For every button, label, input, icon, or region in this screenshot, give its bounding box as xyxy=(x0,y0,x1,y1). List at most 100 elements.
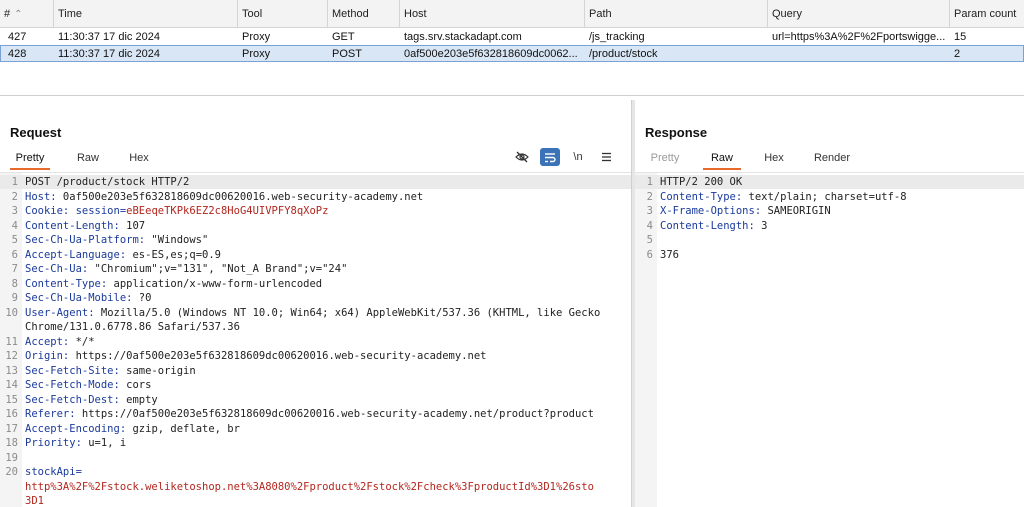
code-line: 4 Content-Length: 3 xyxy=(635,219,1024,233)
request-panel: Request Pretty Raw Hex \n 1 POST /product… xyxy=(0,100,632,507)
header-value: "Chromium";v="131", "Not_A Brand";v="24" xyxy=(88,263,348,275)
line-number: 5 xyxy=(11,234,18,246)
line-number: 5 xyxy=(646,234,653,246)
http-history-table: # ⌃ Time Tool Method Host Path Query Para… xyxy=(0,0,1024,96)
header-name: Content-Type: xyxy=(25,277,108,290)
header-name: Accept-Encoding: xyxy=(25,422,127,435)
header-value: "Windows" xyxy=(145,234,209,246)
line-text: HTTP/2 200 OK xyxy=(660,175,742,189)
tab-raw[interactable]: Raw xyxy=(70,146,106,170)
header-value: https://0af500e203e5f632818609dc00620016… xyxy=(69,350,487,362)
table-header: # ⌃ Time Tool Method Host Path Query Para… xyxy=(0,0,1024,28)
code-line: 12 Origin: https://0af500e203e5f632818609… xyxy=(0,349,632,363)
header-name: Sec-Fetch-Mode: xyxy=(25,379,120,391)
line-text: Sec-Fetch-Dest: empty xyxy=(25,393,158,407)
line-text: Sec-Ch-Ua-Mobile: ?0 xyxy=(25,291,151,305)
line-text: Host: 0af500e203e5f632818609dc00620016.w… xyxy=(25,190,423,204)
line-text: Sec-Fetch-Mode: cors xyxy=(25,378,151,392)
request-title: Request xyxy=(10,125,62,140)
line-number: 7 xyxy=(11,263,18,275)
column-header-tool[interactable]: Tool xyxy=(238,0,328,28)
line-text: Chrome/131.0.6778.86 Safari/537.36 xyxy=(25,320,240,334)
code-line: 4 Content-Length: 107 xyxy=(0,219,632,233)
row-number: 427 xyxy=(8,31,27,43)
request-toolbar: \n xyxy=(512,148,622,168)
row-number: 428 xyxy=(8,48,27,60)
code-line: 7 Sec-Ch-Ua: "Chromium";v="131", "Not_A B… xyxy=(0,262,632,276)
header-value: 107 xyxy=(119,219,146,232)
tab-pretty[interactable]: Pretty xyxy=(10,146,50,170)
code-line: 6 376 xyxy=(635,248,1024,262)
column-header-time[interactable]: Time xyxy=(54,0,238,28)
column-header-host[interactable]: Host xyxy=(400,0,585,28)
line-text: Content-Type: application/x-www-form-url… xyxy=(25,277,322,291)
tab-pretty[interactable]: Pretty xyxy=(645,146,685,170)
code-line: 18 Priority: u=1, i xyxy=(0,436,632,450)
column-header-query[interactable]: Query xyxy=(768,0,950,28)
code-line: 1 POST /product/stock HTTP/2 xyxy=(0,175,632,189)
request-editor[interactable]: 1 POST /product/stock HTTP/2 2 Host: 0af500… xyxy=(0,172,632,507)
response-title: Response xyxy=(645,125,708,140)
header-name: Sec-Ch-Ua: xyxy=(25,263,89,275)
wrap-icon[interactable] xyxy=(540,148,560,166)
row-tool: Proxy xyxy=(242,48,271,60)
line-number: 17 xyxy=(5,422,18,435)
eye-off-icon[interactable] xyxy=(512,148,532,166)
tab-hex[interactable]: Hex xyxy=(122,146,156,170)
header-value: Mozilla/5.0 (Windows NT 10.0; Win64; x64… xyxy=(94,306,601,319)
response-editor[interactable]: 1 HTTP/2 200 OK 2 Content-Type: text/plain;… xyxy=(635,172,1024,507)
tab-raw[interactable]: Raw xyxy=(703,146,741,170)
sort-ascending-icon: ⌃ xyxy=(14,9,23,20)
header-value: Chrome/131.0.6778.86 Safari/537.36 xyxy=(25,321,240,333)
line-number: 15 xyxy=(5,393,18,406)
row-param-count: 2 xyxy=(954,48,961,60)
column-header-param-count[interactable]: Param count xyxy=(950,0,1024,28)
line-text: Sec-Ch-Ua: "Chromium";v="131", "Not_A Br… xyxy=(25,262,347,276)
header-name: Accept: xyxy=(25,335,70,348)
line-number: 4 xyxy=(11,219,18,232)
newline-icon[interactable]: \n xyxy=(568,148,588,166)
tab-render[interactable]: Render xyxy=(807,146,857,170)
header-value: empty xyxy=(119,393,158,406)
header-name: Sec-Fetch-Dest: xyxy=(25,393,120,406)
column-header-method[interactable]: Method xyxy=(328,0,400,28)
line-text: Content-Type: text/plain; charset=utf-8 xyxy=(660,190,907,204)
line-text: 376 xyxy=(660,248,679,262)
line-text: stockApi= xyxy=(25,465,82,479)
row-path: /js_tracking xyxy=(589,31,645,43)
line-number: 4 xyxy=(646,219,653,232)
header-name: stockApi= xyxy=(25,466,82,478)
line-text: X-Frame-Options: SAMEORIGIN xyxy=(660,204,831,218)
code-line: 13 Sec-Fetch-Site: same-origin xyxy=(0,364,632,378)
code-line: 5 Sec-Ch-Ua-Platform: "Windows" xyxy=(0,233,632,247)
header-name: Host: xyxy=(25,190,57,203)
code-line: 9 Sec-Ch-Ua-Mobile: ?0 xyxy=(0,291,632,305)
column-header-number[interactable]: # ⌃ xyxy=(0,0,54,28)
header-name: X-Frame-Options: xyxy=(660,205,762,217)
header-name: Accept-Language: xyxy=(25,248,127,261)
code-line: 1 HTTP/2 200 OK xyxy=(635,175,1024,189)
header-name: Content-Length: xyxy=(660,219,755,232)
header-value: https://0af500e203e5f632818609dc00620016… xyxy=(75,408,594,420)
code-line: 3 Cookie: session=eBEeqeTKPk6EZ2c8HoG4UIV… xyxy=(0,204,632,218)
code-line: 20 stockApi= xyxy=(0,465,632,479)
row-host: 0af500e203e5f632818609dc0062... xyxy=(404,48,578,60)
tab-hex[interactable]: Hex xyxy=(757,146,791,170)
line-number: 6 xyxy=(11,248,18,261)
column-header-path[interactable]: Path xyxy=(585,0,768,28)
menu-icon[interactable] xyxy=(596,148,616,166)
code-line: 14 Sec-Fetch-Mode: cors xyxy=(0,378,632,392)
code-line: 2 Content-Type: text/plain; charset=utf-8 xyxy=(635,190,1024,204)
table-row[interactable]: 427 11:30:37 17 dic 2024 Proxy GET tags.… xyxy=(0,29,1024,45)
code-line: http%3A%2F%2Fstock.weliketoshop.net%3A80… xyxy=(0,480,632,494)
line-number: 16 xyxy=(5,408,18,420)
line-text: Sec-Ch-Ua-Platform: "Windows" xyxy=(25,233,208,247)
header-value: 3D1 xyxy=(25,495,44,507)
line-number: 1 xyxy=(11,176,18,188)
row-host: tags.srv.stackadapt.com xyxy=(404,31,522,43)
header-value: */* xyxy=(69,335,95,348)
line-text: Content-Length: 3 xyxy=(660,219,767,233)
header-name: Origin: xyxy=(25,350,70,362)
table-row-selected[interactable]: 428 11:30:37 17 dic 2024 Proxy POST 0af5… xyxy=(0,45,1024,62)
line-text: POST /product/stock HTTP/2 xyxy=(25,175,189,189)
